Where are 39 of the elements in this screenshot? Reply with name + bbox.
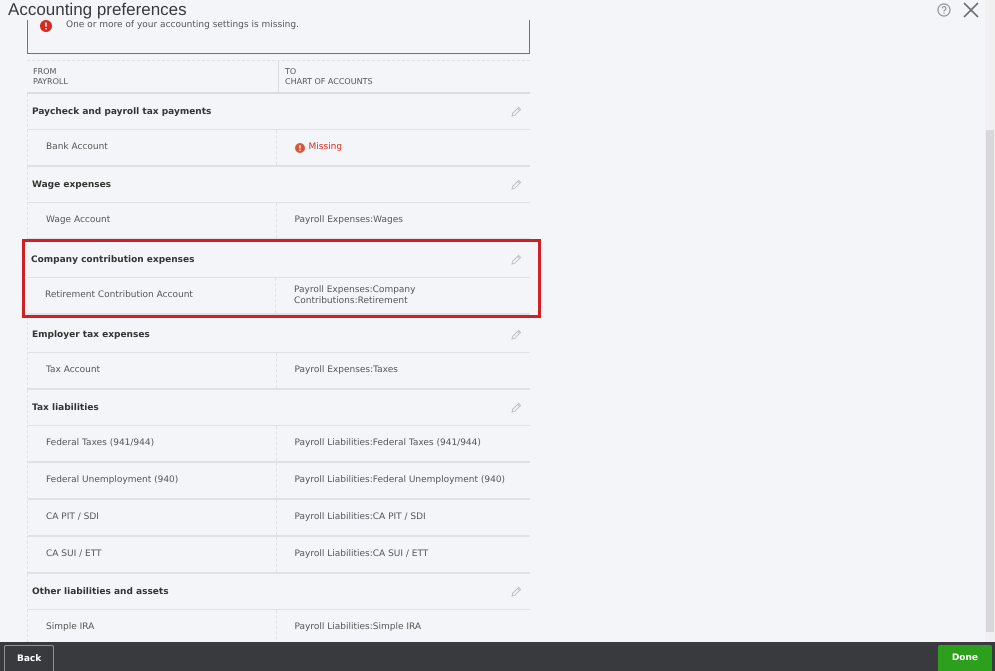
table-cell-text: Bank Account — [45, 141, 109, 154]
table-cell[interactable]: Payroll Expenses:Taxes — [276, 353, 530, 388]
table-cell-text: Tax Account — [45, 364, 102, 377]
pencil-icon[interactable] — [510, 106, 522, 118]
table-cell[interactable]: Payroll Liabilities:Federal Taxes (941/944) — [276, 426, 530, 461]
table-cell-text: Federal Unemployment (940) — [45, 474, 180, 487]
table-cell[interactable]: Payroll Expenses:Wages — [276, 203, 530, 238]
table-cell-text: CA SUI / ETT — [45, 548, 103, 561]
error-icon — [294, 142, 304, 152]
column-header: FROM PAYROLL — [32, 66, 69, 86]
close-icon[interactable] — [963, 2, 979, 18]
group-title: Company contribution expenses — [31, 254, 194, 264]
table-cell-text: Retirement Contribution Account — [44, 289, 194, 302]
group-title: Wage expenses — [32, 180, 112, 190]
table-cell[interactable]: Payroll Liabilities:Federal Unemployment (940) — [276, 463, 530, 498]
window-title: Accounting preferences — [8, 0, 187, 20]
pencil-icon[interactable] — [510, 328, 522, 340]
back-button[interactable]: Back — [4, 645, 54, 671]
table-cell-text: Wage Account — [45, 214, 112, 227]
help-icon[interactable] — [937, 3, 951, 17]
alert-message: One or more of your accounting settings is missing. — [66, 20, 299, 30]
missing-status[interactable]: Missing — [308, 142, 342, 153]
group-title: Paycheck and payroll tax payments — [32, 106, 212, 116]
scrollbar[interactable] — [985, 0, 995, 642]
pencil-icon[interactable] — [510, 178, 522, 190]
pencil-icon[interactable] — [510, 402, 522, 414]
group-title: Other liabilities and assets — [32, 586, 169, 596]
column-header: TO CHART OF ACCOUNTS — [278, 61, 530, 92]
table-cell-text: Simple IRA — [45, 621, 96, 634]
table-cell[interactable]: Payroll Expenses:Company Contributions:Retirement — [275, 278, 530, 313]
table-cell-text: Federal Taxes (941/944) — [45, 437, 156, 450]
group-title: Employer tax expenses — [32, 330, 150, 340]
table-cell[interactable]: Payroll Liabilities:CA SUI / ETT — [276, 537, 530, 572]
table-cell[interactable]: Payroll Liabilities:CA PIT / SDI — [276, 500, 530, 535]
error-icon — [40, 20, 52, 32]
table-cell-text: CA PIT / SDI — [45, 511, 100, 524]
pencil-icon[interactable] — [510, 586, 522, 598]
pencil-icon[interactable] — [510, 254, 522, 266]
group-title: Tax liabilities — [32, 402, 99, 412]
